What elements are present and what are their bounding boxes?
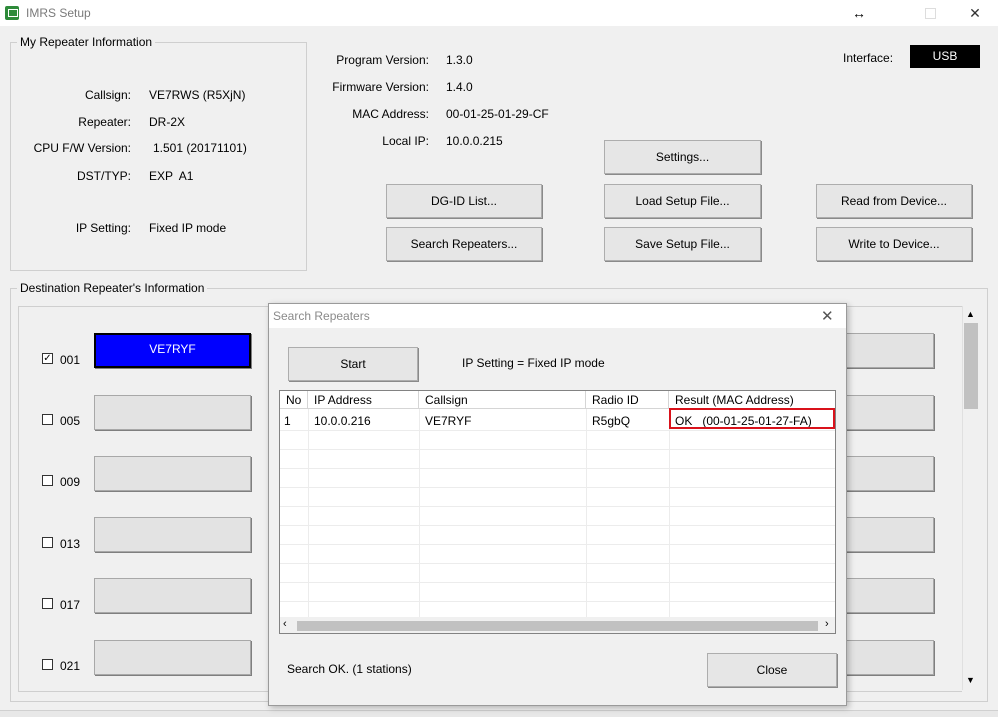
col-result[interactable]: Result (MAC Address) bbox=[669, 391, 835, 409]
slot-017-button[interactable] bbox=[94, 578, 251, 613]
slot-021-number: 021 bbox=[60, 659, 81, 673]
col-callsign[interactable]: Callsign bbox=[419, 391, 586, 409]
scroll-right-icon[interactable]: › bbox=[825, 618, 829, 630]
slot-013-checkbox[interactable] bbox=[42, 537, 53, 548]
start-button[interactable]: Start bbox=[288, 347, 418, 381]
cpu-fw-label: CPU F/W Version: bbox=[33, 141, 131, 155]
col-no[interactable]: No bbox=[280, 391, 308, 409]
resize-icon: ↔ bbox=[852, 5, 866, 21]
slot-009-number: 009 bbox=[60, 475, 81, 489]
row-1-callsign[interactable]: VE7RYF bbox=[419, 413, 586, 429]
destination-legend: Destination Repeater's Information bbox=[17, 281, 208, 295]
slot-001-button[interactable]: VE7RYF bbox=[94, 333, 251, 368]
app-icon bbox=[5, 6, 19, 20]
my-repeater-group: My Repeater Information bbox=[10, 35, 307, 271]
callsign-value: VE7RWS (R5XjN) bbox=[149, 88, 246, 102]
list-scroll-thumb[interactable] bbox=[297, 621, 818, 631]
dialog-ip-setting: IP Setting = Fixed IP mode bbox=[462, 356, 605, 370]
interface-value: USB bbox=[910, 45, 980, 68]
my-repeater-legend: My Repeater Information bbox=[17, 35, 156, 49]
firmware-version-label: Firmware Version: bbox=[332, 80, 429, 94]
window-title: IMRS Setup bbox=[26, 6, 91, 20]
scroll-up-icon[interactable]: ▲ bbox=[965, 309, 976, 321]
cpu-fw-value: 1.501 (20171101) bbox=[153, 141, 247, 155]
interface-label: Interface: bbox=[843, 51, 894, 65]
program-version-value: 1.3.0 bbox=[446, 53, 473, 67]
dialog-title: Search Repeaters bbox=[273, 309, 370, 323]
slot-013-number: 013 bbox=[60, 537, 81, 551]
dgid-list-button[interactable]: DG-ID List... bbox=[386, 184, 542, 218]
dialog-close-icon[interactable]: ✕ bbox=[821, 307, 834, 325]
title-bar: IMRS Setup ↔ ✕ bbox=[0, 0, 998, 26]
dst-typ-label: DST/TYP: bbox=[76, 169, 131, 183]
search-status: Search OK. (1 stations) bbox=[287, 662, 412, 676]
repeater-value: DR-2X bbox=[149, 115, 186, 129]
row-1-no[interactable]: 1 bbox=[280, 413, 308, 429]
slot-001-number: 001 bbox=[60, 353, 81, 367]
slot-017-number: 017 bbox=[60, 598, 81, 612]
row-1-radio-id[interactable]: R5gbQ bbox=[586, 413, 669, 429]
load-setup-file-button[interactable]: Load Setup File... bbox=[604, 184, 761, 218]
callsign-label: Callsign: bbox=[84, 88, 131, 102]
local-ip-label: Local IP: bbox=[382, 134, 429, 148]
col-radio-id[interactable]: Radio ID bbox=[586, 391, 669, 409]
close-button[interactable]: Close bbox=[707, 653, 837, 687]
read-from-device-button[interactable]: Read from Device... bbox=[816, 184, 972, 218]
search-repeaters-dialog: Search Repeaters ✕ Start IP Setting = Fi… bbox=[268, 303, 847, 706]
scroll-down-icon[interactable]: ▼ bbox=[965, 675, 976, 687]
dst-typ-value: EXP A1 bbox=[149, 169, 194, 183]
slot-017-checkbox[interactable] bbox=[42, 598, 53, 609]
search-repeaters-button[interactable]: Search Repeaters... bbox=[386, 227, 542, 261]
minimize-button[interactable] bbox=[890, 4, 916, 22]
slot-009-checkbox[interactable] bbox=[42, 475, 53, 486]
slot-005-button[interactable] bbox=[94, 395, 251, 430]
repeater-label: Repeater: bbox=[78, 115, 131, 129]
save-setup-file-button[interactable]: Save Setup File... bbox=[604, 227, 761, 261]
program-version-label: Program Version: bbox=[336, 53, 429, 67]
row-1-ip[interactable]: 10.0.0.216 bbox=[308, 413, 419, 429]
result-highlight-box bbox=[669, 408, 835, 429]
slot-021-button[interactable] bbox=[94, 640, 251, 675]
slot-001-checkbox[interactable]: ✓ bbox=[42, 353, 53, 364]
settings-button[interactable]: Settings... bbox=[604, 140, 761, 174]
slot-005-checkbox[interactable] bbox=[42, 414, 53, 425]
slot-009-button[interactable] bbox=[94, 456, 251, 491]
write-to-device-button[interactable]: Write to Device... bbox=[816, 227, 972, 261]
ip-setting-label: IP Setting: bbox=[75, 221, 131, 235]
dialog-title-bar: Search Repeaters ✕ bbox=[269, 304, 846, 328]
local-ip-value: 10.0.0.215 bbox=[446, 134, 503, 148]
slot-021-checkbox[interactable] bbox=[42, 659, 53, 670]
close-window-button[interactable]: ✕ bbox=[962, 4, 988, 22]
ip-setting-value: Fixed IP mode bbox=[149, 221, 227, 235]
firmware-version-value: 1.4.0 bbox=[446, 80, 473, 94]
scroll-left-icon[interactable]: ‹ bbox=[283, 618, 287, 630]
col-ip-address[interactable]: IP Address bbox=[308, 391, 419, 409]
search-results-list[interactable]: No IP Address Callsign Radio ID Result (… bbox=[279, 390, 836, 634]
slot-013-button[interactable] bbox=[94, 517, 251, 552]
maximize-button[interactable] bbox=[917, 4, 943, 22]
scroll-thumb[interactable] bbox=[964, 323, 978, 409]
mac-address-label: MAC Address: bbox=[352, 107, 429, 121]
mac-address-value: 00-01-25-01-29-CF bbox=[446, 107, 549, 121]
slot-005-number: 005 bbox=[60, 414, 81, 428]
